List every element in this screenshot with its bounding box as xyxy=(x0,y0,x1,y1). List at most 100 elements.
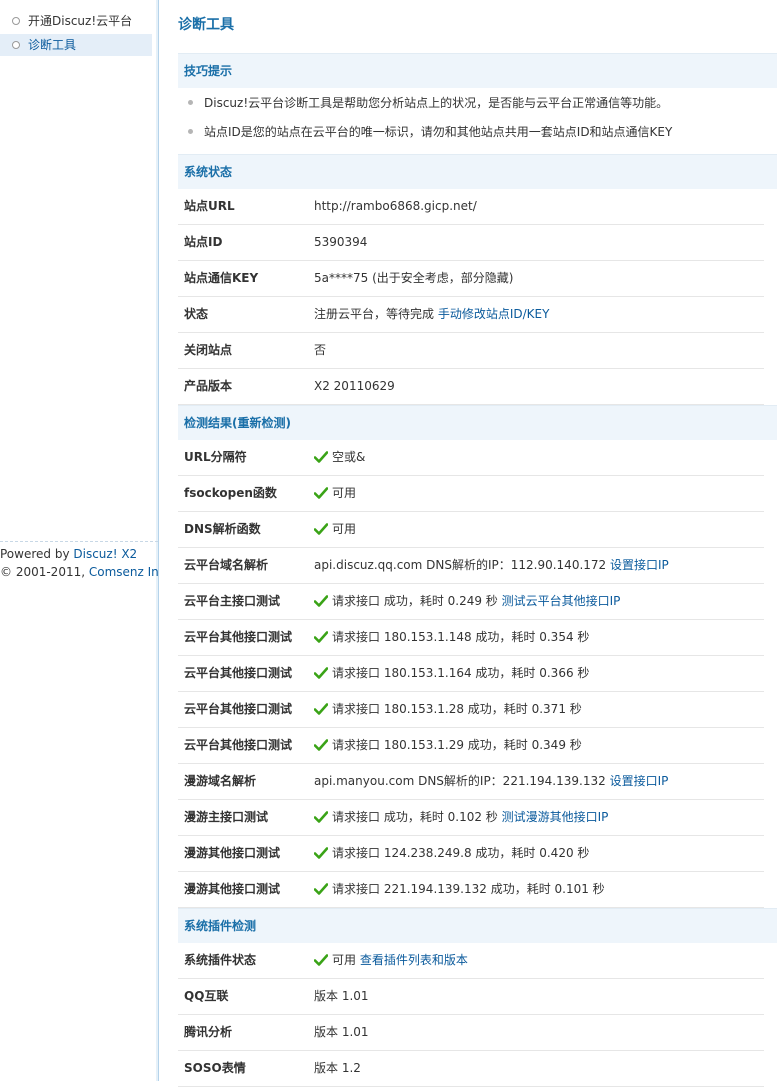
table-row: 站点ID 5390394 xyxy=(178,225,764,261)
tip-item: 站点ID是您的站点在云平台的唯一标识，请勿和其他站点共用一套站点ID和站点通信K… xyxy=(187,125,673,139)
tip-item: Discuz!云平台诊断工具是帮助您分析站点上的状况，是否能与云平台正常通信等功… xyxy=(187,96,669,110)
row-action-link[interactable]: 设置接口IP xyxy=(610,774,669,788)
table-row: 漫游域名解析 api.manyou.com DNS解析的IP：221.194.13… xyxy=(178,764,764,800)
check-icon xyxy=(314,631,328,643)
row-value: 5390394 xyxy=(314,225,367,260)
row-label: 漫游其他接口测试 xyxy=(184,846,281,860)
row-value-text: X2 20110629 xyxy=(314,379,395,393)
row-value: 请求接口 221.194.139.132 成功，耗时 0.101 秒 xyxy=(314,872,605,907)
row-value: 请求接口 180.153.1.164 成功，耗时 0.366 秒 xyxy=(314,656,589,691)
row-value: 可用 xyxy=(314,476,356,511)
table-row: 漫游其他接口测试 请求接口 221.194.139.132 成功，耗时 0.101… xyxy=(178,872,764,908)
sidebar-item-label: 诊断工具 xyxy=(28,38,77,52)
row-value: 请求接口 成功，耗时 0.102 秒 测试漫游其他接口IP xyxy=(314,800,608,835)
row-value: api.manyou.com DNS解析的IP：221.194.139.132 … xyxy=(314,764,668,799)
row-label: 云平台其他接口测试 xyxy=(184,702,293,716)
table-row: 漫游主接口测试 请求接口 成功，耗时 0.102 秒 测试漫游其他接口IP xyxy=(178,800,764,836)
row-value-text: 5a****75 (出于安全考虑，部分隐藏) xyxy=(314,271,514,285)
row-value: 可用 查看插件列表和版本 xyxy=(314,943,468,978)
comsenz-link[interactable]: Comsenz Inc. xyxy=(89,565,158,579)
plugin-check-header: 系统插件检测 xyxy=(178,908,777,943)
row-value-text: 注册云平台，等待完成 xyxy=(314,307,438,321)
row-value-text: 请求接口 221.194.139.132 成功，耗时 0.101 秒 xyxy=(332,882,605,896)
row-value: 请求接口 180.153.1.28 成功，耗时 0.371 秒 xyxy=(314,692,582,727)
row-value: 版本 1.01 xyxy=(314,979,369,1014)
check-icon xyxy=(314,523,328,535)
row-label: fsockopen函数 xyxy=(184,486,277,500)
table-row: DNS解析函数 可用 xyxy=(178,512,764,548)
row-label: 云平台其他接口测试 xyxy=(184,738,293,752)
sidebar-item-label: 开通Discuz!云平台 xyxy=(28,14,133,28)
table-row: QQ互联 版本 1.01 xyxy=(178,979,764,1015)
row-value: 请求接口 180.153.1.29 成功，耗时 0.349 秒 xyxy=(314,728,582,763)
row-value-text: 请求接口 180.153.1.164 成功，耗时 0.366 秒 xyxy=(332,666,590,680)
row-value: 否 xyxy=(314,333,326,368)
sidebar-item-open-cloud[interactable]: 开通Discuz!云平台 xyxy=(0,10,152,32)
row-value-text: 请求接口 180.153.1.29 成功，耗时 0.349 秒 xyxy=(332,738,582,752)
check-icon xyxy=(314,847,328,859)
row-label: 站点通信KEY xyxy=(184,271,259,285)
row-value-text: 5390394 xyxy=(314,235,368,249)
row-action-link[interactable]: 设置接口IP xyxy=(610,558,669,572)
check-icon xyxy=(314,451,328,463)
row-value: 注册云平台，等待完成 手动修改站点ID/KEY xyxy=(314,297,549,332)
system-status-header: 系统状态 xyxy=(178,154,777,189)
check-icon xyxy=(314,487,328,499)
table-row: fsockopen函数 可用 xyxy=(178,476,764,512)
row-value-text: 请求接口 124.238.249.8 成功，耗时 0.420 秒 xyxy=(332,846,590,860)
powered-by: Powered by Discuz! X2 © 2001-2011, Comse… xyxy=(0,541,158,581)
detection-results-header[interactable]: 检测结果(重新检测) xyxy=(178,405,777,440)
row-value-text: 空或& xyxy=(332,450,366,464)
row-value-text: 可用 xyxy=(332,522,357,536)
row-value: api.discuz.qq.com DNS解析的IP：112.90.140.17… xyxy=(314,548,669,583)
table-row: 站点URL http://rambo6868.gicp.net/ xyxy=(178,189,764,225)
table-row: 云平台其他接口测试 请求接口 180.153.1.164 成功，耗时 0.366 … xyxy=(178,656,764,692)
discuz-link[interactable]: Discuz! X2 xyxy=(73,547,137,561)
copyright-prefix: © 2001-2011, xyxy=(0,565,89,579)
check-icon xyxy=(314,739,328,751)
table-row: 云平台其他接口测试 请求接口 180.153.1.29 成功，耗时 0.349 秒 xyxy=(178,728,764,764)
table-row: 漫游其他接口测试 请求接口 124.238.249.8 成功，耗时 0.420 秒 xyxy=(178,836,764,872)
row-label: 漫游域名解析 xyxy=(184,774,257,788)
row-label: 状态 xyxy=(184,307,209,321)
row-label: URL分隔符 xyxy=(184,450,247,464)
row-action-link[interactable]: 测试云平台其他接口IP xyxy=(502,594,621,608)
row-value-text: 可用 xyxy=(332,953,360,967)
row-action-link[interactable]: 查看插件列表和版本 xyxy=(360,953,468,967)
row-value-text: 请求接口 180.153.1.148 成功，耗时 0.354 秒 xyxy=(332,630,590,644)
table-row: URL分隔符 空或& xyxy=(178,440,764,476)
page-title: 诊断工具 xyxy=(178,17,234,33)
row-action-link[interactable]: 测试漫游其他接口IP xyxy=(502,810,609,824)
row-value: X2 20110629 xyxy=(314,369,395,404)
check-icon xyxy=(314,811,328,823)
row-label: 腾讯分析 xyxy=(184,1025,233,1039)
row-value-text: api.manyou.com DNS解析的IP：221.194.139.132 xyxy=(314,774,610,788)
circle-bullet-icon xyxy=(12,41,20,49)
row-action-link[interactable]: 手动修改站点ID/KEY xyxy=(438,307,550,321)
row-value: 可用 xyxy=(314,512,356,547)
row-value-text: 版本 1.2 xyxy=(314,1061,361,1075)
table-row: 腾讯分析 版本 1.01 xyxy=(178,1015,764,1051)
row-value-text: 否 xyxy=(314,343,327,357)
table-row: 云平台域名解析 api.discuz.qq.com DNS解析的IP：112.90… xyxy=(178,548,764,584)
row-label: DNS解析函数 xyxy=(184,522,261,536)
circle-bullet-icon xyxy=(12,17,20,25)
row-value: 请求接口 180.153.1.148 成功，耗时 0.354 秒 xyxy=(314,620,589,655)
sidebar: 开通Discuz!云平台 诊断工具 Powered by Discuz! X2 … xyxy=(0,0,159,1081)
row-label: 产品版本 xyxy=(184,379,233,393)
row-label: QQ互联 xyxy=(184,989,229,1003)
row-label: 站点ID xyxy=(184,235,223,249)
powered-prefix: Powered by xyxy=(0,547,74,561)
row-label: 云平台其他接口测试 xyxy=(184,666,293,680)
row-value-text: 请求接口 180.153.1.28 成功，耗时 0.371 秒 xyxy=(332,702,582,716)
row-label: 关闭站点 xyxy=(184,343,233,357)
sidebar-item-diagnostics[interactable]: 诊断工具 xyxy=(0,34,152,56)
row-value: 5a****75 (出于安全考虑，部分隐藏) xyxy=(314,261,513,296)
table-row: 关闭站点 否 xyxy=(178,333,764,369)
table-row: SOSO表情 版本 1.2 xyxy=(178,1051,764,1087)
row-label: 云平台其他接口测试 xyxy=(184,630,293,644)
row-value: 空或& xyxy=(314,440,365,475)
table-row: 云平台主接口测试 请求接口 成功，耗时 0.249 秒 测试云平台其他接口IP xyxy=(178,584,764,620)
row-value: 请求接口 成功，耗时 0.249 秒 测试云平台其他接口IP xyxy=(314,584,620,619)
table-row: 云平台其他接口测试 请求接口 180.153.1.148 成功，耗时 0.354 … xyxy=(178,620,764,656)
